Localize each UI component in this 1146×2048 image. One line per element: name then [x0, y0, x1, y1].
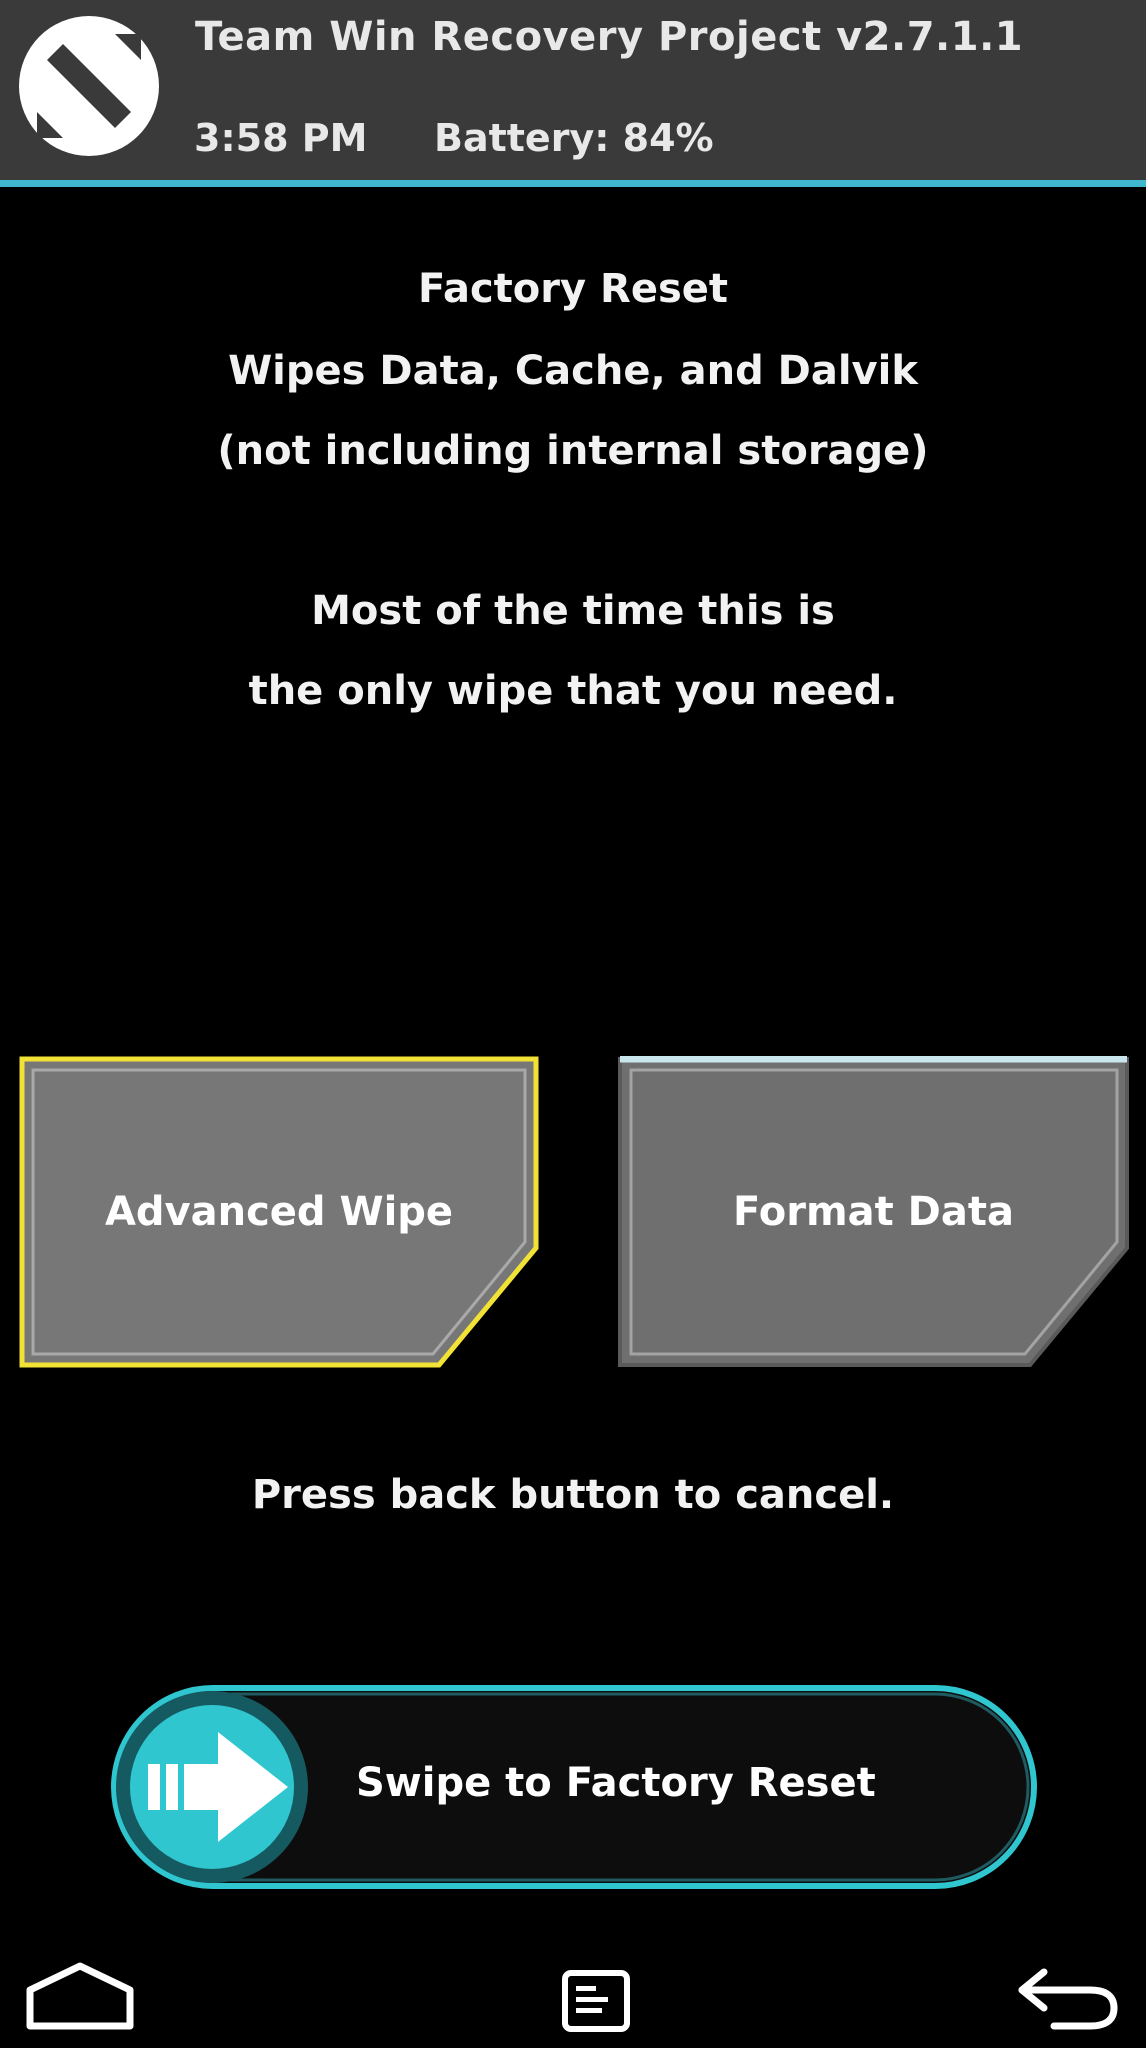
info-line-5: the only wipe that you need. [248, 668, 898, 714]
advanced-wipe-label: Advanced Wipe [104, 1189, 454, 1235]
format-data-button[interactable]: Format Data [617, 1056, 1137, 1368]
info-line-3: (not including internal storage) [217, 428, 929, 474]
advanced-wipe-button[interactable]: Advanced Wipe [19, 1056, 539, 1368]
home-icon[interactable] [24, 1960, 136, 2032]
header-bar: Team Win Recovery Project v2.7.1.1 3:58 … [0, 0, 1146, 180]
format-data-label: Format Data [733, 1189, 1014, 1235]
status-battery: Battery: 84% [434, 116, 714, 160]
swipe-handle[interactable] [116, 1691, 308, 1883]
header-divider [0, 180, 1146, 187]
app-title: Team Win Recovery Project v2.7.1.1 [195, 14, 1024, 60]
status-time: 3:58 PM [194, 116, 368, 160]
info-line-4: Most of the time this is [311, 588, 835, 634]
console-icon[interactable] [562, 1970, 630, 2032]
cancel-hint: Press back button to cancel. [251, 1472, 895, 1518]
twrp-logo-icon [19, 16, 159, 156]
info-title: Factory Reset [418, 266, 728, 312]
info-line-2: Wipes Data, Cache, and Dalvik [228, 348, 918, 394]
back-arrow-icon[interactable] [1014, 1962, 1122, 2034]
swipe-slider-label: Swipe to Factory Reset [356, 1760, 876, 1806]
